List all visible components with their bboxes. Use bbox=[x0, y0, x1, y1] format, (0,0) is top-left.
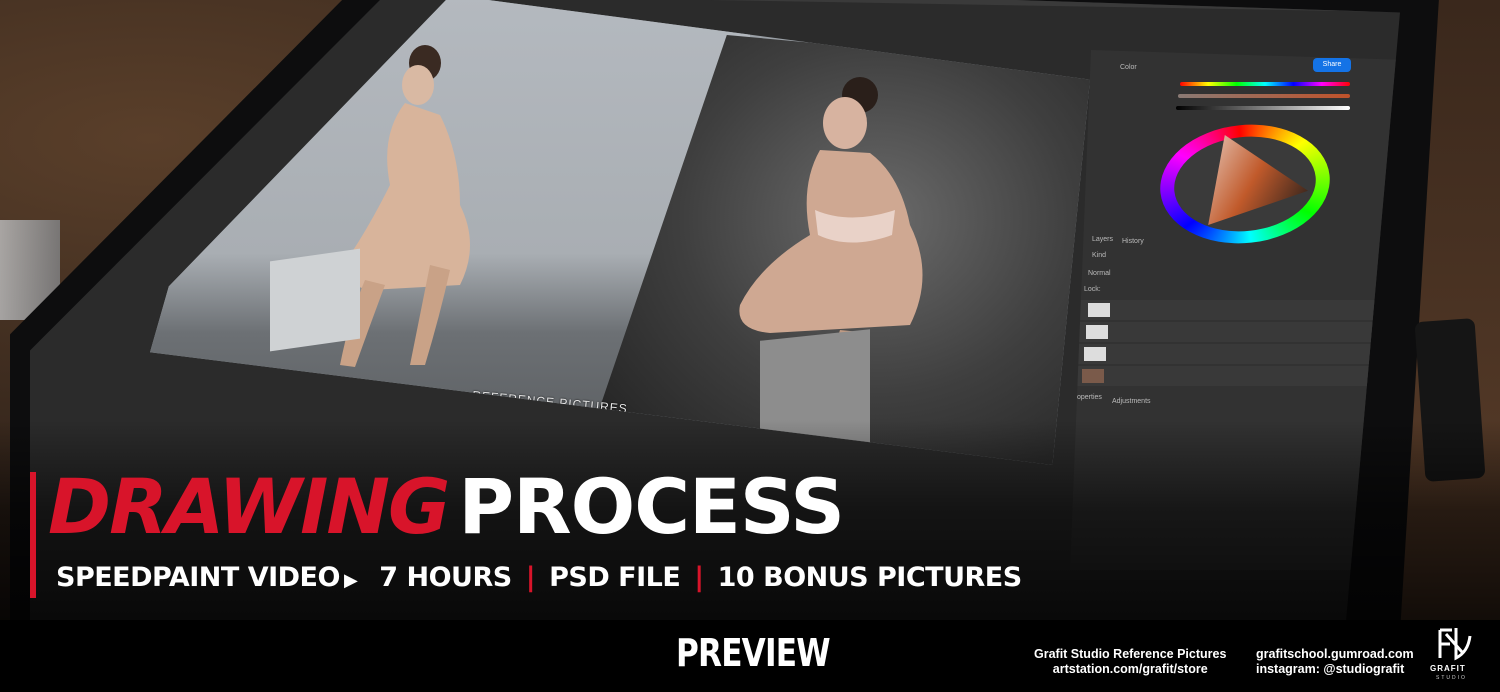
headline-drawing: DRAWING bbox=[48, 462, 450, 551]
layer-row[interactable] bbox=[1080, 300, 1380, 320]
instagram-handle[interactable]: instagram: @studiografit bbox=[1256, 662, 1414, 677]
separator: | bbox=[525, 562, 536, 593]
preview-label: PREVIEW bbox=[676, 631, 831, 675]
artstation-link[interactable]: artstation.com/grafit/store bbox=[1034, 662, 1226, 677]
separator: | bbox=[694, 562, 704, 593]
logo-subtext: STUDIO bbox=[1436, 675, 1467, 681]
feature-psd: PSD FILE bbox=[549, 562, 681, 593]
reference-cube bbox=[270, 248, 360, 352]
layer-row[interactable] bbox=[1076, 344, 1376, 364]
layer-row[interactable] bbox=[1074, 366, 1374, 386]
gumroad-link[interactable]: grafitschool.gumroad.com bbox=[1256, 647, 1414, 662]
tab-adjustments[interactable]: Adjustments bbox=[1112, 398, 1151, 405]
logo-text: GRAFIT bbox=[1430, 664, 1466, 673]
tab-color[interactable]: Color bbox=[1120, 64, 1137, 71]
blend-mode-select[interactable]: Normal bbox=[1088, 270, 1111, 277]
saturation-slider[interactable] bbox=[1178, 94, 1350, 98]
tab-properties[interactable]: Properties bbox=[1070, 394, 1102, 401]
layer-row[interactable] bbox=[1078, 322, 1378, 342]
hue-slider[interactable] bbox=[1180, 82, 1350, 86]
contact-info: grafitschool.gumroad.com instagram: @stu… bbox=[1256, 647, 1414, 677]
layer-kind-filter[interactable]: Kind bbox=[1092, 252, 1106, 259]
feature-bonus: 10 BONUS PICTURES bbox=[717, 562, 1023, 593]
headline-process: PROCESS bbox=[458, 462, 845, 551]
promo-banner: REFERENCE PICTURES Color Layers History … bbox=[0, 0, 1500, 692]
play-icon: ▶ bbox=[343, 570, 358, 591]
feature-speedpaint: SPEEDPAINT VIDEO bbox=[56, 562, 340, 593]
lock-label: Lock: bbox=[1084, 286, 1101, 293]
headline: DRAWING PROCESS bbox=[48, 462, 845, 552]
feature-line: SPEEDPAINT VIDEO ▶ 7 HOURS | PSD FILE | 10 BON… bbox=[56, 562, 1022, 593]
share-button[interactable]: Share bbox=[1313, 58, 1351, 72]
feature-hours: 7 HOURS bbox=[379, 562, 512, 593]
tab-history[interactable]: History bbox=[1122, 238, 1144, 245]
brightness-slider[interactable] bbox=[1176, 106, 1350, 110]
tab-layers[interactable]: Layers bbox=[1092, 236, 1113, 243]
studio-name: Grafit Studio Reference Pictures bbox=[1034, 647, 1227, 661]
studio-info: Grafit Studio Reference Pictures artstat… bbox=[1034, 647, 1226, 677]
accent-bar bbox=[30, 472, 36, 598]
